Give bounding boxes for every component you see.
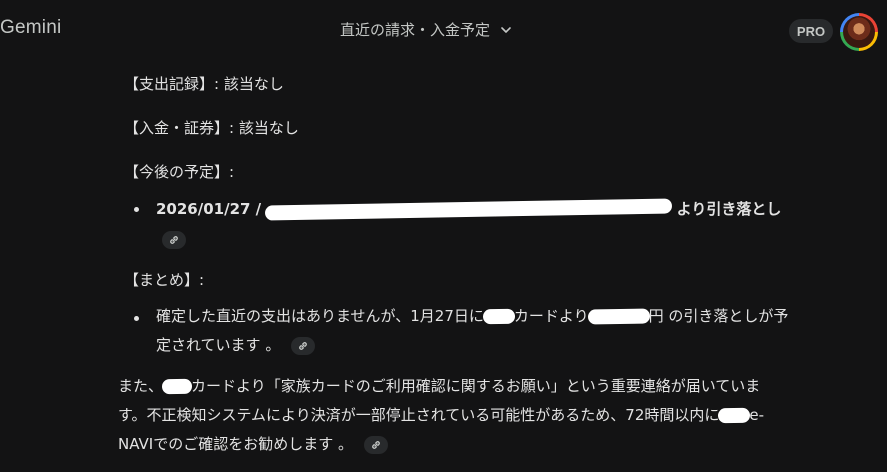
paragraph-line-1: また、 カードより「家族カードのご利用確認に関するお願い」という重要連絡が届いてい… xyxy=(118,374,760,398)
top-bar: Gemini 直近の請求・入金予定 PRO xyxy=(0,0,887,62)
para-text-a: また、 xyxy=(118,377,164,395)
deposit-securities-line: 【入金・証券】: 該当なし xyxy=(124,119,299,137)
pro-badge[interactable]: PRO xyxy=(789,19,833,43)
para-text-c: す。不正検知システムにより決済が一部停止されている可能性があるため、72時間以内… xyxy=(118,406,720,424)
avatar-image xyxy=(843,16,875,48)
redaction-mark xyxy=(266,199,672,220)
summary-heading: 【まとめ】: xyxy=(124,271,205,289)
chat-title-dropdown[interactable]: 直近の請求・入金予定 xyxy=(340,19,512,40)
account-avatar[interactable] xyxy=(840,13,878,51)
redaction-mark xyxy=(162,379,192,394)
chat-title-label: 直近の請求・入金予定 xyxy=(340,21,491,39)
redaction-mark xyxy=(719,408,750,423)
summary-line-1: 確定した直近の支出はありませんが、1月27日に カードより 円 の引き落としが予 xyxy=(156,304,788,328)
bullet-point xyxy=(134,207,139,212)
source-citation-button[interactable] xyxy=(363,435,388,454)
summary-text-a: 確定した直近の支出はありませんが、1月27日に xyxy=(156,307,484,325)
chevron-down-icon xyxy=(501,26,511,33)
paragraph-line-3: NAVIでのご確認をお勧めします 。 xyxy=(118,432,388,456)
link-icon xyxy=(371,440,380,449)
future-plan-item: 2026/01/27 / より引き落とし xyxy=(156,197,781,221)
para-text-d: e- xyxy=(749,406,765,424)
link-icon xyxy=(299,341,307,350)
source-citation-button[interactable] xyxy=(291,336,316,355)
future-item-date: 2026/01/27 / xyxy=(156,200,262,218)
para-text-b: カードより「家族カードのご利用確認に関するお願い」という重要連絡が届いていま xyxy=(191,377,761,395)
summary-text-b: カードより xyxy=(513,307,589,325)
future-item-suffix: より引き落とし xyxy=(676,200,782,218)
summary-text-line2: 定されています 。 xyxy=(156,336,281,354)
source-citation-button[interactable] xyxy=(162,230,186,249)
redaction-mark xyxy=(483,309,515,324)
summary-text-c: 円 の引き落としが予 xyxy=(648,307,789,325)
app-brand[interactable]: Gemini xyxy=(0,17,61,39)
future-plan-heading: 【今後の予定】: xyxy=(124,163,235,181)
para-text-e: NAVIでのご確認をお勧めします 。 xyxy=(118,435,353,453)
redaction-mark xyxy=(588,309,649,324)
citation-row xyxy=(156,227,186,251)
expense-record-line: 【支出記録】: 該当なし xyxy=(124,75,284,93)
summary-line-2: 定されています 。 xyxy=(156,333,316,357)
link-icon xyxy=(170,235,178,244)
bullet-point xyxy=(134,316,139,321)
paragraph-line-2: す。不正検知システムにより決済が一部停止されている可能性があるため、72時間以内… xyxy=(118,403,764,427)
